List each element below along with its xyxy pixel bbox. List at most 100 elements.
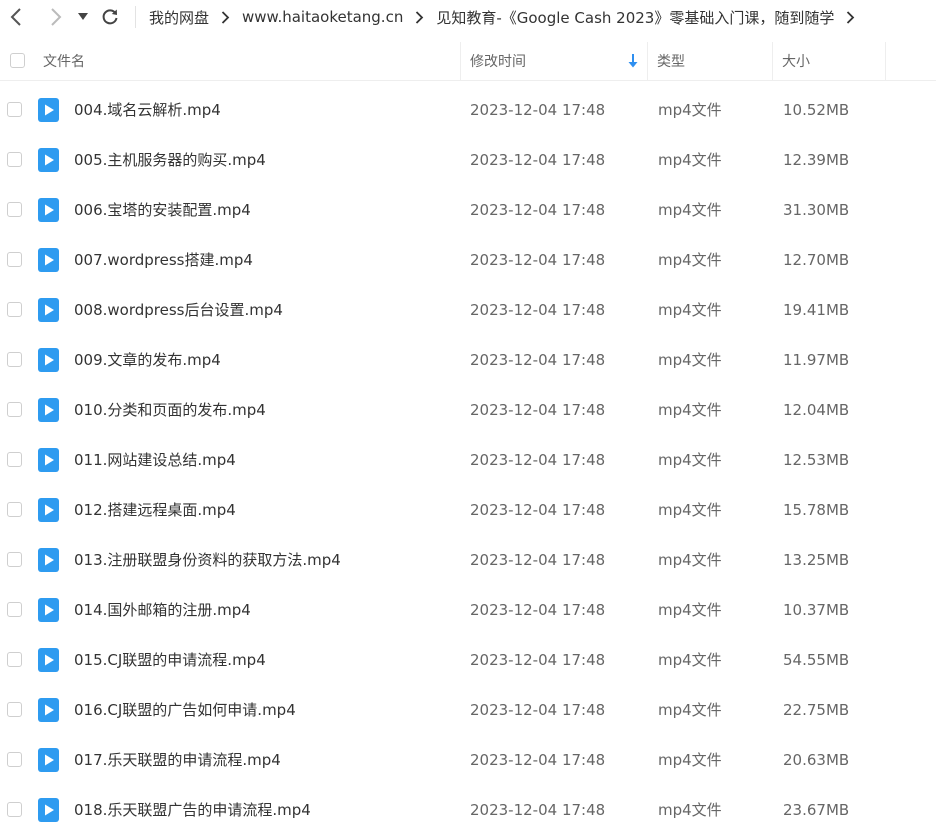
file-row[interactable]: 010.分类和页面的发布.mp4 2023-12-04 17:48 mp4文件 … bbox=[0, 385, 936, 435]
breadcrumb-item-site[interactable]: www.haitaoketang.cn bbox=[236, 8, 409, 26]
row-checkbox[interactable] bbox=[7, 152, 22, 167]
file-row[interactable]: 008.wordpress后台设置.mp4 2023-12-04 17:48 m… bbox=[0, 285, 936, 335]
file-type: mp4文件 bbox=[658, 701, 722, 719]
file-row[interactable]: 004.域名云解析.mp4 2023-12-04 17:48 mp4文件 10.… bbox=[0, 85, 936, 135]
history-dropdown-button[interactable] bbox=[74, 0, 92, 34]
file-name[interactable]: 012.搭建远程桌面.mp4 bbox=[74, 485, 236, 535]
row-checkbox[interactable] bbox=[7, 302, 22, 317]
file-size: 12.04MB bbox=[783, 401, 850, 419]
chevron-left-icon bbox=[10, 8, 21, 26]
file-name[interactable]: 006.宝塔的安装配置.mp4 bbox=[74, 185, 251, 235]
file-modified: 2023-12-04 17:48 bbox=[470, 151, 606, 169]
file-type: mp4文件 bbox=[658, 251, 722, 269]
file-type: mp4文件 bbox=[658, 451, 722, 469]
row-checkbox[interactable] bbox=[7, 252, 22, 267]
file-modified: 2023-12-04 17:48 bbox=[470, 801, 606, 819]
file-modified: 2023-12-04 17:48 bbox=[470, 351, 606, 369]
row-checkbox[interactable] bbox=[7, 602, 22, 617]
file-type: mp4文件 bbox=[658, 751, 722, 769]
row-checkbox[interactable] bbox=[7, 452, 22, 467]
sort-descending-icon bbox=[628, 54, 638, 68]
file-row[interactable]: 005.主机服务器的购买.mp4 2023-12-04 17:48 mp4文件 … bbox=[0, 135, 936, 185]
file-name[interactable]: 015.CJ联盟的申请流程.mp4 bbox=[74, 635, 266, 685]
file-name[interactable]: 005.主机服务器的购买.mp4 bbox=[74, 135, 266, 185]
file-modified: 2023-12-04 17:48 bbox=[470, 601, 606, 619]
column-header-type-label: 类型 bbox=[657, 54, 685, 70]
row-checkbox[interactable] bbox=[7, 402, 22, 417]
file-name[interactable]: 014.国外邮箱的注册.mp4 bbox=[74, 585, 251, 635]
file-row[interactable]: 012.搭建远程桌面.mp4 2023-12-04 17:48 mp4文件 15… bbox=[0, 485, 936, 535]
file-modified: 2023-12-04 17:48 bbox=[470, 701, 606, 719]
row-checkbox[interactable] bbox=[7, 802, 22, 817]
video-file-icon bbox=[38, 498, 59, 522]
row-checkbox[interactable] bbox=[7, 752, 22, 767]
file-modified: 2023-12-04 17:48 bbox=[470, 451, 606, 469]
column-header-modified[interactable]: 修改时间 bbox=[460, 42, 647, 80]
breadcrumb: 我的网盘 www.haitaoketang.cn 见知教育-《Google Ca… bbox=[143, 0, 936, 34]
file-row[interactable]: 014.国外邮箱的注册.mp4 2023-12-04 17:48 mp4文件 1… bbox=[0, 585, 936, 635]
file-row[interactable]: 013.注册联盟身份资料的获取方法.mp4 2023-12-04 17:48 m… bbox=[0, 535, 936, 585]
file-name[interactable]: 013.注册联盟身份资料的获取方法.mp4 bbox=[74, 535, 341, 585]
back-button[interactable] bbox=[2, 0, 30, 34]
file-name[interactable]: 009.文章的发布.mp4 bbox=[74, 335, 221, 385]
file-modified: 2023-12-04 17:48 bbox=[470, 501, 606, 519]
file-row[interactable]: 015.CJ联盟的申请流程.mp4 2023-12-04 17:48 mp4文件… bbox=[0, 635, 936, 685]
row-checkbox[interactable] bbox=[7, 652, 22, 667]
row-checkbox[interactable] bbox=[7, 352, 22, 367]
file-name[interactable]: 018.乐天联盟广告的申请流程.mp4 bbox=[74, 785, 311, 832]
file-type: mp4文件 bbox=[658, 651, 722, 669]
row-checkbox[interactable] bbox=[7, 102, 22, 117]
video-file-icon bbox=[38, 598, 59, 622]
file-row[interactable]: 017.乐天联盟的申请流程.mp4 2023-12-04 17:48 mp4文件… bbox=[0, 735, 936, 785]
file-name[interactable]: 008.wordpress后台设置.mp4 bbox=[74, 285, 283, 335]
forward-button[interactable] bbox=[42, 0, 70, 34]
refresh-button[interactable] bbox=[96, 0, 124, 34]
file-name[interactable]: 017.乐天联盟的申请流程.mp4 bbox=[74, 735, 281, 785]
video-file-icon bbox=[38, 148, 59, 172]
file-size: 20.63MB bbox=[783, 751, 850, 769]
file-type: mp4文件 bbox=[658, 351, 722, 369]
column-header-size-label: 大小 bbox=[782, 54, 810, 70]
column-header-name[interactable]: 文件名 bbox=[0, 42, 460, 80]
breadcrumb-item-course[interactable]: 见知教育-《Google Cash 2023》零基础入门课，随到随学 bbox=[430, 7, 840, 28]
column-header-size[interactable]: 大小 bbox=[772, 42, 885, 80]
column-header-modified-label: 修改时间 bbox=[470, 54, 526, 70]
video-file-icon bbox=[38, 198, 59, 222]
breadcrumb-item-root[interactable]: 我的网盘 bbox=[143, 7, 215, 28]
video-file-icon bbox=[38, 448, 59, 472]
file-name[interactable]: 004.域名云解析.mp4 bbox=[74, 85, 221, 135]
video-file-icon bbox=[38, 398, 59, 422]
file-type: mp4文件 bbox=[658, 201, 722, 219]
navigation-bar: 我的网盘 www.haitaoketang.cn 见知教育-《Google Ca… bbox=[0, 0, 936, 34]
column-divider[interactable] bbox=[885, 42, 886, 80]
file-row[interactable]: 011.网站建设总结.mp4 2023-12-04 17:48 mp4文件 12… bbox=[0, 435, 936, 485]
video-file-icon bbox=[38, 348, 59, 372]
video-file-icon bbox=[38, 798, 59, 822]
file-name[interactable]: 010.分类和页面的发布.mp4 bbox=[74, 385, 266, 435]
caret-down-icon bbox=[78, 13, 88, 20]
video-file-icon bbox=[38, 98, 59, 122]
file-size: 19.41MB bbox=[783, 301, 850, 319]
file-row[interactable]: 018.乐天联盟广告的申请流程.mp4 2023-12-04 17:48 mp4… bbox=[0, 785, 936, 832]
file-row[interactable]: 007.wordpress搭建.mp4 2023-12-04 17:48 mp4… bbox=[0, 235, 936, 285]
file-modified: 2023-12-04 17:48 bbox=[470, 301, 606, 319]
video-file-icon bbox=[38, 748, 59, 772]
file-size: 23.67MB bbox=[783, 801, 850, 819]
file-size: 10.52MB bbox=[783, 101, 850, 119]
file-type: mp4文件 bbox=[658, 801, 722, 819]
chevron-right-icon bbox=[51, 8, 62, 26]
row-checkbox[interactable] bbox=[7, 702, 22, 717]
file-type: mp4文件 bbox=[658, 401, 722, 419]
row-checkbox[interactable] bbox=[7, 502, 22, 517]
column-header-type[interactable]: 类型 bbox=[647, 42, 772, 80]
file-row[interactable]: 009.文章的发布.mp4 2023-12-04 17:48 mp4文件 11.… bbox=[0, 335, 936, 385]
chevron-right-icon[interactable] bbox=[840, 10, 861, 24]
video-file-icon bbox=[38, 648, 59, 672]
file-name[interactable]: 016.CJ联盟的广告如何申请.mp4 bbox=[74, 685, 296, 735]
row-checkbox[interactable] bbox=[7, 552, 22, 567]
row-checkbox[interactable] bbox=[7, 202, 22, 217]
file-name[interactable]: 011.网站建设总结.mp4 bbox=[74, 435, 236, 485]
file-name[interactable]: 007.wordpress搭建.mp4 bbox=[74, 235, 253, 285]
file-row[interactable]: 006.宝塔的安装配置.mp4 2023-12-04 17:48 mp4文件 3… bbox=[0, 185, 936, 235]
file-row[interactable]: 016.CJ联盟的广告如何申请.mp4 2023-12-04 17:48 mp4… bbox=[0, 685, 936, 735]
